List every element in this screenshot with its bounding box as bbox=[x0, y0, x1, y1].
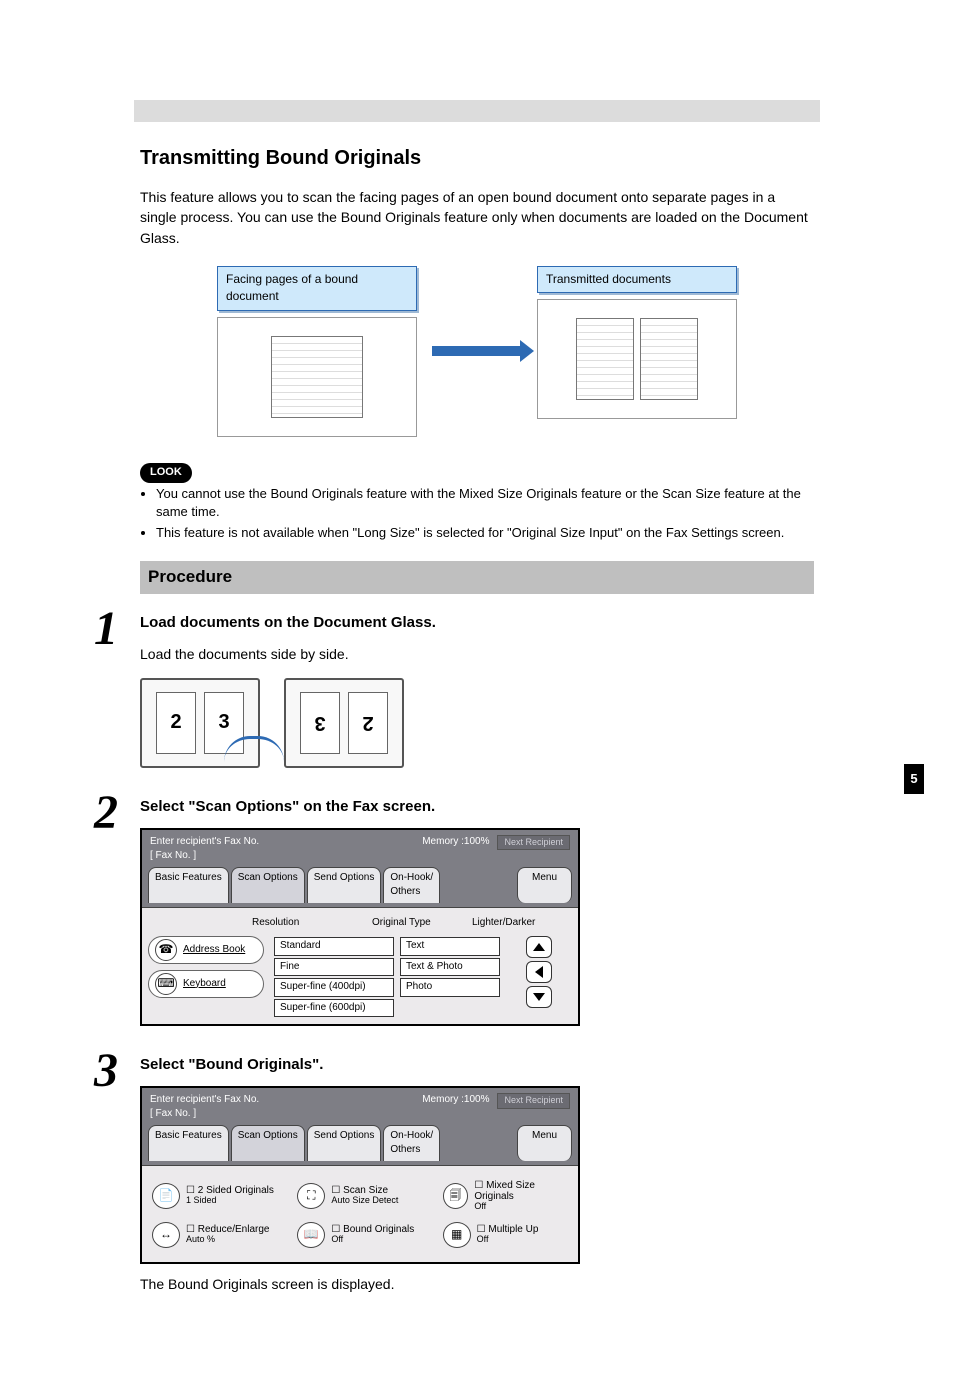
lcd1-header: Enter recipient's Fax No. [ Fax No. ] Me… bbox=[142, 830, 578, 867]
type-text-photo[interactable]: Text & Photo bbox=[400, 958, 500, 977]
lcd1-prompt-1: Enter recipient's Fax No. bbox=[150, 835, 259, 850]
output-page-1-icon bbox=[576, 318, 634, 400]
figure-right-body bbox=[537, 299, 737, 419]
section-title: Transmitting Bound Originals bbox=[140, 144, 814, 173]
multiple-up-icon: ▦ bbox=[443, 1222, 471, 1248]
output-page-2-icon bbox=[640, 318, 698, 400]
type-photo[interactable]: Photo bbox=[400, 978, 500, 997]
step-2-number: 2 bbox=[94, 778, 118, 848]
lcd1-memory: Memory :100% bbox=[422, 835, 489, 850]
tab-send-options[interactable]: Send Options bbox=[307, 867, 382, 903]
concept-figure: Facing pages of a bound document Transmi… bbox=[217, 266, 737, 437]
opt-bound-originals[interactable]: 📖 Bound OriginalsOff bbox=[297, 1222, 422, 1248]
lcd-basic-features: Enter recipient's Fax No. [ Fax No. ] Me… bbox=[140, 828, 580, 1027]
opt-mixed-size[interactable]: 🗐 Mixed Size OriginalsOff bbox=[443, 1180, 568, 1212]
step-3-number: 3 bbox=[94, 1036, 118, 1106]
resolution-superfine-600[interactable]: Super-fine (600dpi) bbox=[274, 999, 394, 1018]
lcd1-prompt-2: [ Fax No. ] bbox=[150, 849, 259, 864]
darker-button[interactable] bbox=[526, 986, 552, 1008]
tab-onhook-others[interactable]: On-Hook/Others bbox=[383, 867, 440, 903]
resolution-standard[interactable]: Standard bbox=[274, 937, 394, 956]
mixed-size-icon: 🗐 bbox=[443, 1183, 469, 1209]
heading-resolution: Resolution bbox=[252, 916, 372, 931]
triangle-up-icon bbox=[533, 943, 545, 951]
page-header-strip bbox=[134, 100, 820, 122]
figure-right-caption: Transmitted documents bbox=[537, 266, 737, 293]
tab2-basic-features[interactable]: Basic Features bbox=[148, 1125, 229, 1161]
opt-scan-size[interactable]: ⛶ Scan SizeAuto Size Detect bbox=[297, 1180, 422, 1212]
platen-right-sheet-1: 3 bbox=[300, 692, 340, 754]
lighter-button[interactable] bbox=[526, 936, 552, 958]
lcd1-next-recipient-button[interactable]: Next Recipient bbox=[497, 835, 570, 851]
step-1: 1 Load documents on the Document Glass. … bbox=[140, 612, 814, 768]
open-book-icon bbox=[271, 336, 363, 418]
procedure-heading: Procedure bbox=[140, 561, 814, 594]
tab2-onhook-others[interactable]: On-Hook/Others bbox=[383, 1125, 440, 1161]
lcd-scan-options: Enter recipient's Fax No. [ Fax No. ] Me… bbox=[140, 1086, 580, 1264]
triangle-down-icon bbox=[533, 993, 545, 1001]
keyboard-button[interactable]: ⌨ Keyboard bbox=[148, 970, 264, 998]
step-2: 2 Select "Scan Options" on the Fax scree… bbox=[140, 796, 814, 1026]
original-type-options: Text Text & Photo Photo bbox=[400, 936, 500, 998]
opt-multiple-up[interactable]: ▦ Multiple UpOff bbox=[443, 1222, 568, 1248]
density-indicator bbox=[526, 961, 552, 983]
figure-right: Transmitted documents bbox=[537, 266, 737, 437]
address-book-icon: ☎ bbox=[155, 939, 177, 961]
opt-2sided-originals[interactable]: 📄 2 Sided Originals1 Sided bbox=[152, 1180, 277, 1212]
resolution-fine[interactable]: Fine bbox=[274, 958, 394, 977]
lcd2-prompt-1: Enter recipient's Fax No. bbox=[150, 1093, 259, 1108]
look-note-1: You cannot use the Bound Originals featu… bbox=[156, 485, 814, 523]
tab-basic-features[interactable]: Basic Features bbox=[148, 867, 229, 903]
platen-left-sheet-1: 2 bbox=[156, 692, 196, 754]
look-note-2: This feature is not available when "Long… bbox=[156, 524, 814, 543]
resolution-options: Standard Fine Super-fine (400dpi) Super-… bbox=[274, 936, 394, 1018]
step-1-instruction: Load documents on the Document Glass. bbox=[140, 612, 814, 634]
look-notes: You cannot use the Bound Originals featu… bbox=[156, 485, 814, 544]
scan-size-icon: ⛶ bbox=[297, 1183, 325, 1209]
heading-original-type: Original Type bbox=[372, 916, 472, 931]
step-1-number: 1 bbox=[94, 594, 118, 664]
step-2-instruction: Select "Scan Options" on the Fax screen. bbox=[140, 796, 814, 818]
tab2-send-options[interactable]: Send Options bbox=[307, 1125, 382, 1161]
step-3: 3 Select "Bound Originals". Enter recipi… bbox=[140, 1054, 814, 1294]
reduce-enlarge-icon: ↔ bbox=[152, 1222, 180, 1248]
two-sided-icon: 📄 bbox=[152, 1183, 180, 1209]
lcd1-body: Resolution Original Type Lighter/Darker … bbox=[142, 907, 578, 1025]
step-1-body: Load the documents side by side. bbox=[140, 644, 814, 664]
lcd2-tabs: Basic Features Scan Options Send Options… bbox=[142, 1125, 578, 1165]
step-3-body: The Bound Originals screen is displayed. bbox=[140, 1274, 814, 1294]
lcd2-header: Enter recipient's Fax No. [ Fax No. ] Me… bbox=[142, 1088, 578, 1125]
figure-left-caption: Facing pages of a bound document bbox=[217, 266, 417, 311]
arrow-right-icon bbox=[432, 346, 522, 356]
lcd2-memory: Memory :100% bbox=[422, 1093, 489, 1108]
look-label: LOOK bbox=[140, 459, 814, 483]
intro-paragraph: This feature allows you to scan the faci… bbox=[140, 187, 814, 248]
chapter-tab: 5 bbox=[904, 764, 924, 794]
tab2-menu[interactable]: Menu bbox=[517, 1125, 572, 1161]
figure-arrow bbox=[427, 266, 527, 437]
tab2-scan-options[interactable]: Scan Options bbox=[231, 1125, 305, 1161]
triangle-left-icon bbox=[535, 966, 543, 978]
tab-menu[interactable]: Menu bbox=[517, 867, 572, 903]
step-3-instruction: Select "Bound Originals". bbox=[140, 1054, 814, 1076]
resolution-superfine-400[interactable]: Super-fine (400dpi) bbox=[274, 978, 394, 997]
heading-lighter-darker: Lighter/Darker bbox=[472, 916, 568, 931]
type-text[interactable]: Text bbox=[400, 937, 500, 956]
lcd1-column-headings: Resolution Original Type Lighter/Darker bbox=[148, 914, 572, 933]
look-badge: LOOK bbox=[140, 463, 192, 483]
step-1-diagram: 2 3 3 2 bbox=[140, 678, 814, 768]
address-book-button[interactable]: ☎ Address Book bbox=[148, 936, 264, 964]
figure-left-body bbox=[217, 317, 417, 437]
platen-right: 3 2 bbox=[284, 678, 404, 768]
opt-reduce-enlarge[interactable]: ↔ Reduce/EnlargeAuto % bbox=[152, 1222, 277, 1248]
platen-right-sheet-2: 2 bbox=[348, 692, 388, 754]
lcd2-prompt-2: [ Fax No. ] bbox=[150, 1107, 259, 1122]
bound-originals-icon: 📖 bbox=[297, 1222, 325, 1248]
lcd2-body: 📄 2 Sided Originals1 Sided ⛶ Scan SizeAu… bbox=[142, 1165, 578, 1262]
figure-left: Facing pages of a bound document bbox=[217, 266, 417, 437]
lcd1-tabs: Basic Features Scan Options Send Options… bbox=[142, 867, 578, 907]
keyboard-icon: ⌨ bbox=[155, 973, 177, 995]
lcd2-next-recipient-button[interactable]: Next Recipient bbox=[497, 1093, 570, 1109]
tab-scan-options[interactable]: Scan Options bbox=[231, 867, 305, 903]
